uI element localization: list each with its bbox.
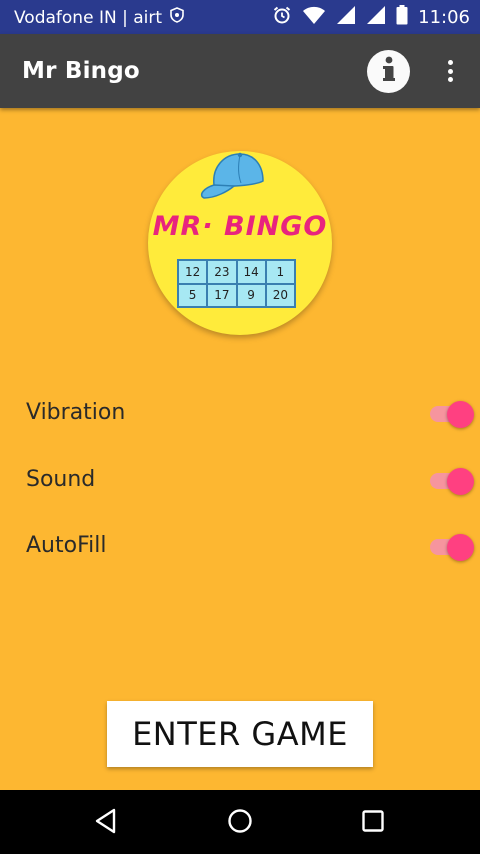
- grid-cell: 14: [236, 260, 266, 284]
- sound-toggle[interactable]: [428, 467, 476, 495]
- battery-icon: [396, 5, 408, 30]
- app-title: Mr Bingo: [22, 58, 140, 84]
- clock-time: 11:06: [418, 7, 470, 28]
- back-icon: [94, 808, 118, 839]
- grid-cell: 12: [178, 260, 208, 284]
- toggle-thumb: [447, 534, 474, 561]
- vibration-label: Vibration: [26, 400, 126, 425]
- logo-number-grid: 12 23 14 1 5 17 9 20: [177, 259, 296, 308]
- overflow-menu-button[interactable]: [438, 56, 462, 86]
- info-icon: [379, 55, 399, 88]
- grid-cell: 20: [265, 283, 295, 307]
- home-button[interactable]: [223, 806, 257, 840]
- overflow-dot: [447, 68, 453, 74]
- recents-icon: [361, 809, 385, 838]
- autofill-toggle[interactable]: [428, 533, 476, 561]
- grid-cell: 5: [178, 283, 208, 307]
- toggle-thumb: [447, 468, 474, 495]
- info-button[interactable]: [367, 50, 410, 93]
- status-bar: Vodafone IN | airt 11:06: [0, 0, 480, 34]
- recents-button[interactable]: [356, 806, 390, 840]
- autofill-label: AutoFill: [26, 533, 107, 558]
- vibration-toggle[interactable]: [428, 400, 476, 428]
- home-icon: [227, 808, 253, 839]
- alarm-icon: [272, 5, 292, 30]
- enter-game-button[interactable]: ENTER GAME: [107, 701, 373, 767]
- cap-icon: [196, 151, 276, 206]
- grid-cell: 17: [207, 283, 237, 307]
- logo-title: MR· BINGO: [152, 211, 328, 242]
- setting-row-autofill: AutoFill: [0, 527, 480, 567]
- vpn-shield-icon: [170, 7, 184, 28]
- setting-row-sound: Sound: [0, 461, 480, 501]
- app-bar: Mr Bingo: [0, 34, 480, 108]
- signal-icon: [336, 5, 356, 30]
- overflow-dot: [447, 77, 453, 82]
- app-logo: MR· BINGO 12 23 14 1 5 17 9 20: [148, 151, 332, 335]
- back-button[interactable]: [89, 806, 123, 840]
- system-nav-bar: [0, 790, 480, 854]
- wifi-icon: [302, 5, 326, 30]
- grid-cell: 9: [236, 283, 266, 307]
- overflow-dot: [447, 60, 453, 65]
- signal-icon: [366, 5, 386, 30]
- grid-cell: 23: [207, 260, 237, 284]
- grid-cell: 1: [265, 260, 295, 284]
- carrier-name: Vodafone IN | airt: [14, 7, 163, 28]
- sound-label: Sound: [26, 467, 96, 492]
- toggle-thumb: [447, 401, 474, 428]
- setting-row-vibration: Vibration: [0, 394, 480, 434]
